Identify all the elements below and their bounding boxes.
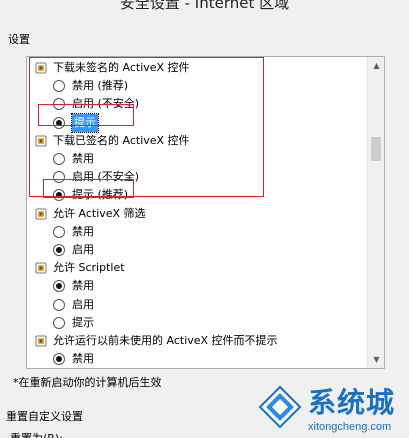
setting-header-label: 允许 Scriptlet: [53, 261, 125, 275]
radio-unchecked-icon[interactable]: [53, 98, 65, 111]
setting-icon: [35, 262, 47, 274]
radio-option-label: 禁用: [72, 279, 94, 293]
settings-group-label: 设置: [8, 33, 30, 46]
scroll-down-arrow-icon[interactable]: ▼: [368, 351, 384, 368]
radio-option-label: 提示: [72, 315, 94, 329]
window-title: 安全设置 - Internet 区域: [119, 0, 290, 12]
restart-note: *在重新启动你的计算机后生效: [13, 376, 162, 389]
radio-option-label: 启用: [72, 297, 94, 311]
radio-unchecked-icon[interactable]: [53, 171, 65, 184]
radio-option-label: 启用 (不安全): [72, 97, 140, 111]
radio-checked-icon[interactable]: [53, 280, 65, 293]
watermark-url: xitongcheng.com: [308, 421, 392, 433]
settings-list[interactable]: 下载未签名的 ActiveX 控件 禁用 (推荐) 启用 (不安全) 提示 下载已签名的…: [26, 56, 385, 369]
radio-checked-icon[interactable]: [53, 116, 65, 129]
title-bar: 安全设置 - Internet 区域: [0, 0, 409, 22]
setting-header-label: 下载未签名的 ActiveX 控件: [53, 61, 190, 74]
radio-checked-icon[interactable]: [53, 244, 65, 256]
vertical-scrollbar[interactable]: ▲ ▼: [367, 57, 384, 368]
radio-option-label: 启用: [72, 243, 94, 256]
watermark-name: 系统城: [308, 386, 396, 419]
radio-option-label: 禁用: [72, 352, 94, 366]
setting-icon: [35, 135, 47, 147]
reset-to-label: 重置为(R):: [10, 430, 63, 438]
radio-option-label: 启用 (不安全): [72, 170, 140, 184]
setting-icon: [35, 335, 47, 347]
radio-unchecked-icon[interactable]: [53, 316, 65, 329]
radio-option-label: 启用: [72, 368, 94, 369]
scroll-thumb[interactable]: [371, 137, 381, 161]
radio-option-label: 禁用: [72, 152, 94, 165]
site-logo-icon: [258, 385, 302, 429]
radio-option-label: 禁用: [72, 224, 94, 238]
radio-option-label: 提示: [71, 112, 99, 133]
setting-header-label: 允许运行以前未使用的 ActiveX 控件而不提示: [53, 334, 278, 347]
radio-unchecked-icon[interactable]: [53, 153, 65, 165]
radio-option-label: 禁用 (推荐): [72, 79, 129, 93]
settings-list-content: 下载未签名的 ActiveX 控件 禁用 (推荐) 启用 (不安全) 提示 下载已签名的…: [27, 57, 367, 368]
setting-header-label: 下载已签名的 ActiveX 控件: [53, 133, 190, 147]
radio-checked-icon[interactable]: [53, 189, 65, 202]
radio-checked-icon[interactable]: [53, 353, 65, 366]
reset-section-title: 重置自定义设置: [6, 410, 83, 423]
setting-icon: [35, 208, 47, 220]
radio-option-label: 提示 (推荐): [72, 188, 129, 202]
radio-unchecked-icon[interactable]: [53, 298, 65, 311]
setting-header-label: 允许 ActiveX 筛选: [53, 206, 146, 220]
radio-unchecked-icon[interactable]: [53, 225, 65, 238]
setting-icon: [35, 62, 47, 74]
radio-unchecked-icon[interactable]: [53, 80, 65, 93]
scroll-up-arrow-icon[interactable]: ▲: [368, 57, 384, 74]
watermark: 系统城 xitongcheng.com: [258, 381, 409, 438]
